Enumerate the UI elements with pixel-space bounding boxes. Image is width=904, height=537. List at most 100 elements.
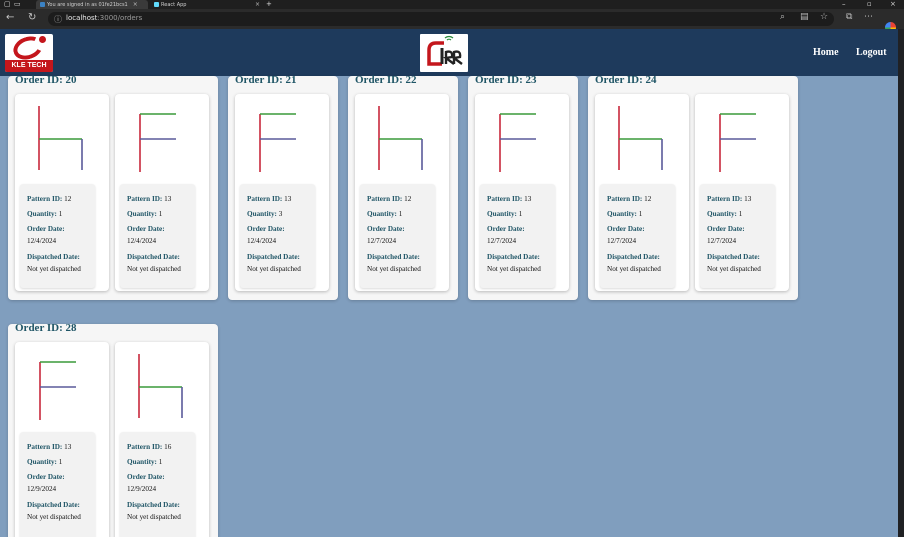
quantity: Quantity: 1 (607, 210, 643, 218)
quantity: Quantity: 1 (487, 210, 523, 218)
navbar: KLE TECH Home Logout (0, 29, 898, 76)
pattern-id: Pattern ID: 16 (127, 443, 172, 451)
dispatched-date-label: Dispatched Date: (27, 253, 80, 261)
dispatched-date-value: Not yet dispatched (487, 265, 541, 273)
order-date-label: Order Date: (247, 225, 285, 233)
app-viewport: KLE TECH Home Logout Order ID: 20 Pattern… (0, 29, 898, 537)
close-tab-icon[interactable]: × (133, 1, 138, 8)
browser-tab-strip: ▢ ▭ You are signed in as 01fe21bcs1 × Re… (0, 0, 904, 9)
tab-label: React App (161, 1, 187, 8)
order-date-label: Order Date: (27, 473, 65, 481)
pattern-id: Pattern ID: 13 (707, 195, 752, 203)
tab-actions-icon[interactable]: ▭ (14, 0, 21, 8)
pattern-id: Pattern ID: 13 (127, 195, 172, 203)
pattern-card[interactable]: Pattern ID: 12 Quantity: 1 Order Date: 12/7… (355, 94, 449, 291)
browser-toolbar: ← ↻ ⓘ localhost:3000/orders ⌕ ▤ ☆ ⧉ ⋯ (0, 9, 904, 33)
dispatched-date-label: Dispatched Date: (487, 253, 540, 261)
dispatched-date-label: Dispatched Date: (367, 253, 420, 261)
favorite-star-icon[interactable]: ☆ (820, 12, 828, 22)
pattern-info-box: Pattern ID: 13 Quantity: 1 Order Date: 12/7… (480, 184, 555, 288)
kle-tech-logo[interactable]: KLE TECH (5, 34, 53, 72)
pattern-info-box: Pattern ID: 12 Quantity: 1 Order Date: 12/7… (360, 184, 435, 288)
dispatched-date-label: Dispatched Date: (127, 501, 180, 509)
pattern-info-box: Pattern ID: 12 Quantity: 1 Order Date: 12/7… (600, 184, 675, 288)
read-mode-icon[interactable]: ▤ (800, 12, 809, 22)
dispatched-date-label: Dispatched Date: (607, 253, 660, 261)
order-title: Order ID: 20 (15, 74, 77, 86)
order-date-label: Order Date: (607, 225, 645, 233)
pattern-info-box: Pattern ID: 13 Quantity: 1 Order Date: 12/4… (120, 184, 195, 288)
pattern-card[interactable]: Pattern ID: 16 Quantity: 1 Order Date: 12/9… (115, 342, 209, 537)
quantity: Quantity: 1 (707, 210, 743, 218)
react-favicon-icon (154, 2, 159, 7)
pattern-h-shape (618, 106, 663, 170)
order-date-value: 12/4/2024 (27, 237, 57, 245)
new-tab-icon[interactable]: + (266, 0, 272, 8)
pattern-id: Pattern ID: 13 (487, 195, 532, 203)
url-text: localhost:3000/orders (66, 14, 143, 22)
app-logo[interactable] (420, 34, 468, 72)
quantity: Quantity: 1 (127, 458, 163, 466)
pattern-f-shape (719, 113, 756, 172)
pattern-id: Pattern ID: 13 (247, 195, 292, 203)
order-card: Order ID: 21 Pattern ID: 13 Quantity: 3 Ord… (228, 74, 338, 300)
pattern-f-shape (139, 113, 176, 172)
quantity: Quantity: 3 (247, 210, 283, 218)
app-logo-graphic (427, 35, 463, 66)
orders-list: Order ID: 20 Pattern ID: 12 Quantity: 1 Ord… (0, 74, 898, 537)
quantity: Quantity: 1 (127, 210, 163, 218)
order-date-value: 12/9/2024 (27, 485, 57, 493)
order-card: Order ID: 22 Pattern ID: 12 Quantity: 1 Ord… (348, 74, 458, 300)
close-window-icon[interactable]: × (890, 0, 896, 8)
order-date-value: 12/7/2024 (487, 237, 517, 245)
quantity: Quantity: 1 (27, 458, 63, 466)
pattern-card[interactable]: Pattern ID: 13 Quantity: 1 Order Date: 12/9… (15, 342, 109, 537)
site-info-icon[interactable]: ⓘ (54, 14, 62, 25)
browser-menu-icon[interactable]: ▢ (4, 0, 11, 8)
more-options-icon[interactable]: ⋯ (864, 12, 873, 22)
quantity: Quantity: 1 (27, 210, 63, 218)
reload-icon[interactable]: ↻ (28, 12, 36, 23)
order-date-label: Order Date: (487, 225, 525, 233)
pattern-card[interactable]: Pattern ID: 13 Quantity: 1 Order Date: 12/4… (115, 94, 209, 291)
extensions-icon[interactable]: ⧉ (846, 12, 852, 22)
order-title: Order ID: 21 (235, 74, 297, 86)
order-card: Order ID: 20 Pattern ID: 12 Quantity: 1 Ord… (8, 74, 218, 300)
pattern-card[interactable]: Pattern ID: 13 Quantity: 1 Order Date: 12/7… (695, 94, 789, 291)
order-date-value: 12/7/2024 (607, 237, 637, 245)
pattern-card[interactable]: Pattern ID: 12 Quantity: 1 Order Date: 12/7… (595, 94, 689, 291)
tab-signed-in[interactable]: You are signed in as 01fe21bcs1 × (36, 0, 148, 9)
maximize-icon[interactable]: ▫ (867, 0, 872, 8)
pattern-info-box: Pattern ID: 13 Quantity: 1 Order Date: 12/7… (700, 184, 775, 288)
order-date-value: 12/4/2024 (127, 237, 157, 245)
order-date-label: Order Date: (27, 225, 65, 233)
order-date-label: Order Date: (127, 473, 165, 481)
logo-dot (39, 36, 46, 43)
dispatched-date-value: Not yet dispatched (127, 265, 181, 273)
order-card: Order ID: 28 Pattern ID: 13 Quantity: 1 Ord… (8, 322, 218, 537)
order-date-value: 12/7/2024 (707, 237, 737, 245)
order-date-value: 12/7/2024 (367, 237, 397, 245)
pattern-info-box: Pattern ID: 13 Quantity: 3 Order Date: 12/4… (240, 184, 315, 288)
nav-logout-link[interactable]: Logout (856, 47, 887, 58)
tab-label: You are signed in as 01fe21bcs1 (47, 1, 128, 8)
dispatched-date-value: Not yet dispatched (707, 265, 761, 273)
order-title: Order ID: 22 (355, 74, 417, 86)
pattern-card[interactable]: Pattern ID: 13 Quantity: 1 Order Date: 12/7… (475, 94, 569, 291)
pattern-info-box: Pattern ID: 16 Quantity: 1 Order Date: 12/9… (120, 432, 195, 537)
address-bar[interactable]: ⓘ localhost:3000/orders (48, 12, 834, 26)
pattern-card[interactable]: Pattern ID: 12 Quantity: 1 Order Date: 12/4… (15, 94, 109, 291)
pattern-f-shape (259, 113, 296, 172)
back-icon[interactable]: ← (6, 12, 14, 23)
minimize-icon[interactable]: – (842, 0, 846, 8)
pattern-info-box: Pattern ID: 13 Quantity: 1 Order Date: 12/9… (20, 432, 95, 537)
close-tab-icon[interactable]: × (255, 1, 260, 8)
pattern-card[interactable]: Pattern ID: 13 Quantity: 3 Order Date: 12/4… (235, 94, 329, 291)
tab-react-app[interactable]: React App × (154, 0, 260, 9)
dispatched-date-value: Not yet dispatched (367, 265, 421, 273)
dispatched-date-value: Not yet dispatched (27, 513, 81, 521)
order-date-label: Order Date: (707, 225, 745, 233)
nav-home-link[interactable]: Home (813, 47, 839, 58)
order-date-label: Order Date: (367, 225, 405, 233)
search-icon[interactable]: ⌕ (780, 12, 785, 22)
